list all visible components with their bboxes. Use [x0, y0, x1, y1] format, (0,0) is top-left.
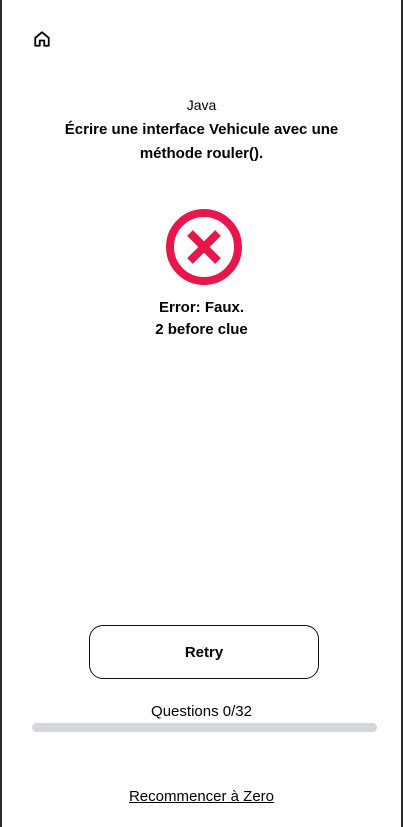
result-status: Error: Faux.	[158, 299, 245, 316]
home-button[interactable]	[31, 28, 53, 50]
restart-link-container: Recommencer à Zero	[2, 787, 401, 807]
progress-bar	[32, 723, 377, 732]
progress-label: Questions 0/32	[151, 703, 252, 720]
error-x-circle-icon	[166, 209, 242, 285]
quiz-subject: Java	[186, 97, 217, 113]
restart-link[interactable]: Recommencer à Zero	[129, 788, 274, 805]
question-text: Écrire une interface Vehicule avec une m…	[64, 121, 339, 162]
home-icon	[34, 31, 50, 47]
result-message: Error: Faux. 2 before clue	[2, 297, 401, 341]
retry-button[interactable]: Retry	[89, 625, 319, 679]
clue-info: 2 before clue	[155, 321, 248, 338]
quiz-page: Java Écrire une interface Vehicule avec …	[0, 0, 403, 827]
